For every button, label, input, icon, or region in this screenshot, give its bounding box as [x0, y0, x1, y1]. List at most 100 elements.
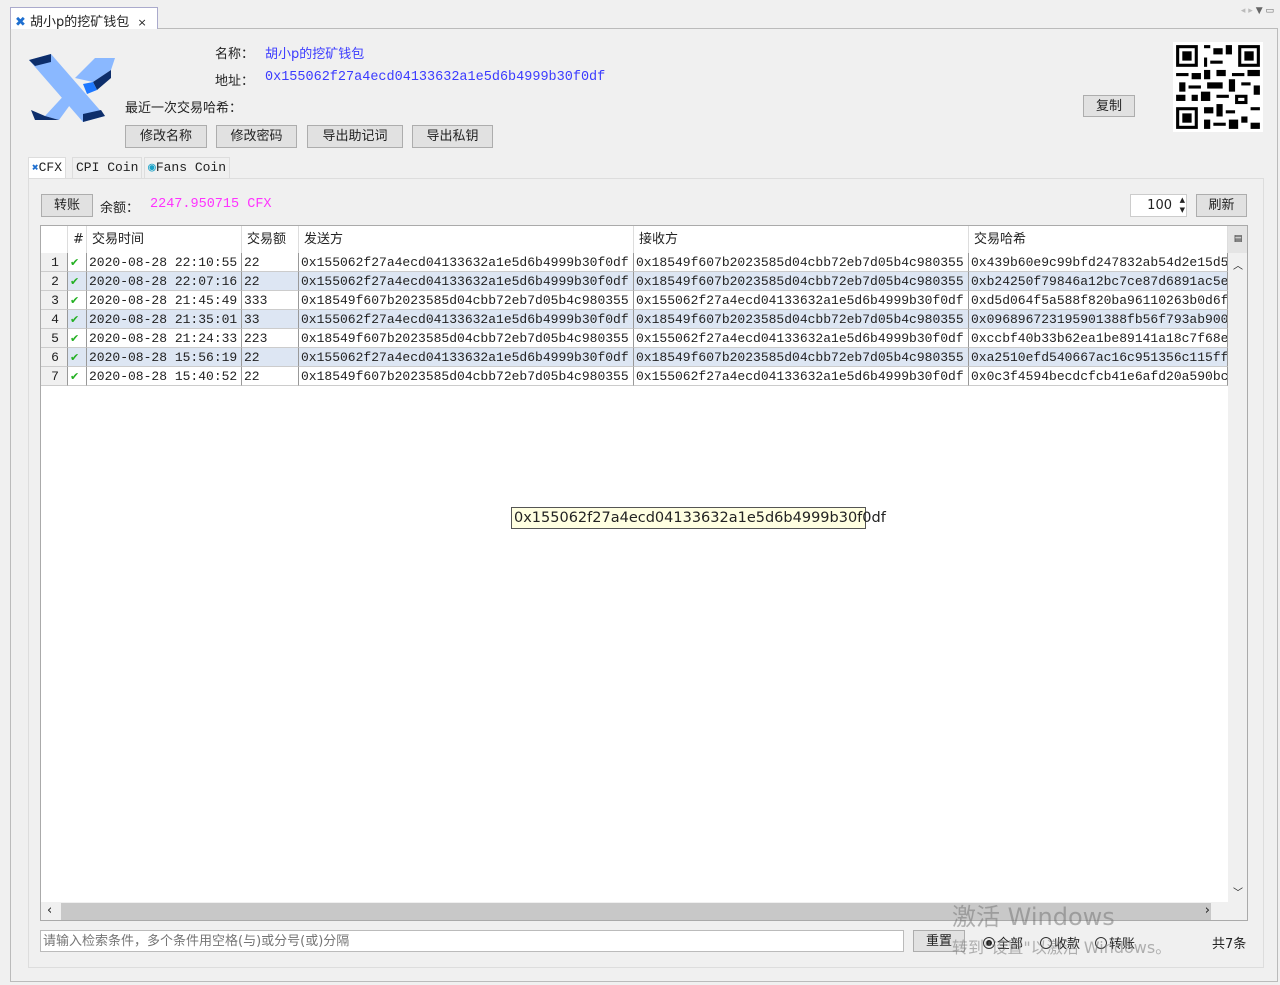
- cell-row-number[interactable]: 5: [41, 329, 68, 348]
- cell-sender[interactable]: 0x155062f27a4ecd04133632a1e5d6b4999b30f0…: [299, 310, 634, 329]
- scroll-right-icon[interactable]: ›: [1205, 903, 1210, 918]
- table-row[interactable]: 3 ✔ 2020-08-28 21:45:49 333 0x18549f607b2023…: [41, 291, 1228, 310]
- cell-time[interactable]: 2020-08-28 22:07:16: [87, 272, 242, 291]
- cell-receiver[interactable]: 0x155062f27a4ecd04133632a1e5d6b4999b30f0…: [634, 291, 969, 310]
- address-label: 地址：: [215, 74, 255, 89]
- filter-receive-radio[interactable]: 收款: [1040, 933, 1080, 952]
- cell-receiver[interactable]: 0x18549f607b2023585d04cbb72eb7d05b4c9803…: [634, 310, 969, 329]
- cell-receiver[interactable]: 0x18549f607b2023585d04cbb72eb7d05b4c9803…: [634, 272, 969, 291]
- success-check-icon[interactable]: ✔: [68, 329, 87, 348]
- cell-sender[interactable]: 0x18549f607b2023585d04cbb72eb7d05b4c9803…: [299, 291, 634, 310]
- header-sender[interactable]: 发送方: [299, 226, 634, 253]
- scroll-right-icon[interactable]: ▸: [1248, 6, 1253, 16]
- scroll-down-icon[interactable]: ﹀: [1228, 884, 1247, 899]
- coin-tab-label: Fans Coin: [155, 160, 227, 175]
- search-input[interactable]: [40, 930, 904, 952]
- coin-tab-cpi[interactable]: CPI Coin: [72, 157, 143, 179]
- table-row[interactable]: 6 ✔ 2020-08-28 15:56:19 22 0x155062f27a4ecd0…: [41, 348, 1228, 367]
- cell-receiver[interactable]: 0x18549f607b2023585d04cbb72eb7d05b4c9803…: [634, 348, 969, 367]
- table-row[interactable]: 1 ✔ 2020-08-28 22:10:55 22 0x155062f27a4ecd0…: [41, 253, 1228, 272]
- cell-sender[interactable]: 0x155062f27a4ecd04133632a1e5d6b4999b30f0…: [299, 253, 634, 272]
- header-receiver[interactable]: 接收方: [634, 226, 969, 253]
- cell-time[interactable]: 2020-08-28 21:45:49: [87, 291, 242, 310]
- filter-all-radio[interactable]: 全部: [983, 933, 1023, 952]
- cell-time[interactable]: 2020-08-28 15:56:19: [87, 348, 242, 367]
- cell-hash[interactable]: 0x439b60e9c99bfd247832ab54d2e15d5: [969, 253, 1228, 272]
- success-check-icon[interactable]: ✔: [68, 310, 87, 329]
- menu-dropdown-icon[interactable]: ▼: [1256, 6, 1263, 16]
- success-check-icon[interactable]: ✔: [68, 253, 87, 272]
- cell-row-number[interactable]: 7: [41, 367, 68, 386]
- success-check-icon[interactable]: ✔: [68, 291, 87, 310]
- change-password-button[interactable]: 修改密码: [216, 125, 297, 148]
- page-size-spinner[interactable]: 100 ▲ ▼: [1130, 194, 1187, 217]
- cell-row-number[interactable]: 1: [41, 253, 68, 272]
- cell-hash[interactable]: 0x096896723195901388fb56f793ab900: [969, 310, 1228, 329]
- cell-amount[interactable]: 33: [242, 310, 299, 329]
- cell-row-number[interactable]: 4: [41, 310, 68, 329]
- record-count: 共7条: [1212, 937, 1247, 952]
- table-row[interactable]: 4 ✔ 2020-08-28 21:35:01 33 0x155062f27a4ecd0…: [41, 310, 1228, 329]
- tab-wallet[interactable]: ✖ 胡小p的挖矿钱包 ×: [10, 7, 158, 30]
- cell-receiver[interactable]: 0x155062f27a4ecd04133632a1e5d6b4999b30f0…: [634, 329, 969, 348]
- vertical-scrollbar[interactable]: ︿ ﹀: [1228, 253, 1247, 903]
- table-row[interactable]: 7 ✔ 2020-08-28 15:40:52 22 0x18549f607b20235…: [41, 367, 1228, 386]
- coin-tab-cfx[interactable]: ✖CFX: [28, 157, 67, 179]
- close-icon[interactable]: ×: [137, 16, 146, 29]
- cell-sender[interactable]: 0x18549f607b2023585d04cbb72eb7d05b4c9803…: [299, 329, 634, 348]
- transfer-button[interactable]: 转账: [41, 194, 93, 217]
- coin-tab-fans[interactable]: ◉Fans Coin: [144, 157, 231, 179]
- cell-hash[interactable]: 0xa2510efd540667ac16c951356c115ff: [969, 348, 1228, 367]
- cell-amount[interactable]: 223: [242, 329, 299, 348]
- cell-amount[interactable]: 22: [242, 367, 299, 386]
- cell-hash[interactable]: 0xb24250f79846a12bc7ce87d6891ac5e: [969, 272, 1228, 291]
- horizontal-scrollbar[interactable]: ‹ ›: [41, 902, 1247, 920]
- cell-amount[interactable]: 22: [242, 272, 299, 291]
- radio-label: 转账: [1109, 937, 1136, 952]
- cell-time[interactable]: 2020-08-28 15:40:52: [87, 367, 242, 386]
- scroll-up-icon[interactable]: ︿: [1228, 257, 1247, 272]
- maximize-icon[interactable]: ▭: [1265, 6, 1274, 16]
- spinner-arrows-icon[interactable]: ▲ ▼: [1180, 195, 1185, 215]
- header-index[interactable]: #: [68, 226, 87, 253]
- header-amount[interactable]: 交易额: [242, 226, 299, 253]
- cell-sender[interactable]: 0x18549f607b2023585d04cbb72eb7d05b4c9803…: [299, 367, 634, 386]
- cell-row-number[interactable]: 3: [41, 291, 68, 310]
- cell-amount[interactable]: 22: [242, 348, 299, 367]
- reset-button[interactable]: 重置: [913, 930, 965, 952]
- cell-time[interactable]: 2020-08-28 21:24:33: [87, 329, 242, 348]
- cell-hash[interactable]: 0xd5d064f5a588f820ba96110263b0d6f: [969, 291, 1228, 310]
- column-picker-icon[interactable]: ▤: [1228, 226, 1247, 253]
- header-time[interactable]: 交易时间: [87, 226, 242, 253]
- scroll-left-icon[interactable]: ‹: [47, 903, 52, 918]
- rename-button[interactable]: 修改名称: [125, 125, 207, 148]
- success-check-icon[interactable]: ✔: [68, 272, 87, 291]
- cell-sender[interactable]: 0x155062f27a4ecd04133632a1e5d6b4999b30f0…: [299, 272, 634, 291]
- cell-receiver[interactable]: 0x18549f607b2023585d04cbb72eb7d05b4c9803…: [634, 253, 969, 272]
- cell-row-number[interactable]: 6: [41, 348, 68, 367]
- fans-coin-icon: ◉: [148, 160, 156, 175]
- cell-amount[interactable]: 333: [242, 291, 299, 310]
- radio-unchecked-icon: [1095, 937, 1107, 949]
- horizontal-scroll-thumb[interactable]: [61, 903, 1211, 920]
- export-private-key-button[interactable]: 导出私钥: [412, 125, 493, 148]
- cell-sender[interactable]: 0x155062f27a4ecd04133632a1e5d6b4999b30f0…: [299, 348, 634, 367]
- table-row[interactable]: 5 ✔ 2020-08-28 21:24:33 223 0x18549f607b2023…: [41, 329, 1228, 348]
- export-mnemonic-button[interactable]: 导出助记词: [307, 125, 403, 148]
- header-hash[interactable]: 交易哈希: [969, 226, 1228, 253]
- cell-row-number[interactable]: 2: [41, 272, 68, 291]
- table-row[interactable]: 2 ✔ 2020-08-28 22:07:16 22 0x155062f27a4ecd0…: [41, 272, 1228, 291]
- success-check-icon[interactable]: ✔: [68, 367, 87, 386]
- cell-hash[interactable]: 0x0c3f4594becdcfcb41e6afd20a590bc: [969, 367, 1228, 386]
- cell-amount[interactable]: 22: [242, 253, 299, 272]
- cell-time[interactable]: 2020-08-28 21:35:01: [87, 310, 242, 329]
- radio-label: 收款: [1054, 937, 1081, 952]
- filter-transfer-radio[interactable]: 转账: [1095, 933, 1135, 952]
- cell-hash[interactable]: 0xccbf40b33b62ea1be89141a18c7f68e: [969, 329, 1228, 348]
- scroll-left-icon[interactable]: ◂: [1241, 6, 1246, 16]
- success-check-icon[interactable]: ✔: [68, 348, 87, 367]
- copy-button[interactable]: 复制: [1083, 95, 1135, 117]
- refresh-button[interactable]: 刷新: [1196, 194, 1247, 217]
- cell-time[interactable]: 2020-08-28 22:10:55: [87, 253, 242, 272]
- cell-receiver[interactable]: 0x155062f27a4ecd04133632a1e5d6b4999b30f0…: [634, 367, 969, 386]
